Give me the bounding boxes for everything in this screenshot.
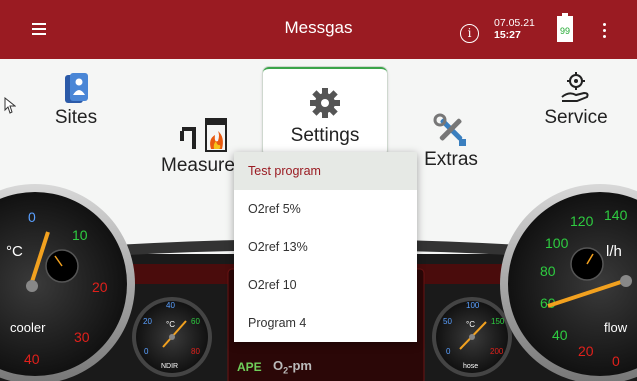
time-label: 15:27 bbox=[494, 29, 521, 41]
flow-label: flow bbox=[604, 320, 628, 335]
flow-tick-20: 20 bbox=[578, 343, 594, 359]
ndir-unit: °C bbox=[166, 320, 175, 329]
menu-item-test-program[interactable]: Test program bbox=[234, 152, 417, 190]
o2-suffix: -pm bbox=[288, 358, 312, 373]
hose-tick-50: 50 bbox=[443, 317, 452, 326]
ndir-tick-20: 20 bbox=[143, 317, 152, 326]
ndir-tick-0: 0 bbox=[144, 347, 149, 356]
page-title: Messgas bbox=[284, 18, 353, 37]
cooler-label: cooler bbox=[10, 320, 46, 335]
ndir-gauge: 40 20 60 80 0 °C NDIR bbox=[132, 297, 212, 377]
service-hand-gear-icon bbox=[561, 72, 589, 102]
tile-settings-label: Settings bbox=[290, 125, 360, 146]
menu-item-o2ref-13[interactable]: O2ref 13% bbox=[234, 228, 417, 266]
ndir-tick-40: 40 bbox=[166, 301, 175, 310]
menu-item-o2ref-10[interactable]: O2ref 10 bbox=[234, 266, 417, 304]
flow-tick-40: 40 bbox=[552, 327, 568, 343]
app-header: Messgas i 07.05.21 15:27 99 bbox=[0, 0, 637, 59]
measure-icon bbox=[180, 118, 227, 152]
cooler-tick-30: 30 bbox=[74, 329, 90, 345]
tile-settings[interactable]: Settings bbox=[263, 67, 387, 156]
o2-prefix: O bbox=[273, 358, 284, 373]
ndir-tick-60: 60 bbox=[191, 317, 200, 326]
tools-icon bbox=[433, 113, 466, 146]
tile-extras-label: Extras bbox=[424, 149, 478, 170]
more-vert-icon[interactable] bbox=[598, 20, 612, 42]
tile-service-label: Service bbox=[544, 107, 608, 128]
tile-measure-label: Measure bbox=[161, 155, 235, 176]
datetime: 07.05.21 15:27 bbox=[494, 17, 535, 41]
sites-icon bbox=[65, 73, 88, 103]
cooler-tick-20: 20 bbox=[92, 279, 108, 295]
flow-tick-0: 0 bbox=[612, 353, 620, 369]
tile-sites[interactable]: Sites bbox=[50, 71, 102, 129]
flow-tick-80: 80 bbox=[540, 263, 556, 279]
hose-tick-200: 200 bbox=[490, 347, 504, 356]
cooler-tick-40: 40 bbox=[24, 351, 40, 367]
flow-tick-140: 140 bbox=[604, 207, 628, 223]
tile-service[interactable]: Service bbox=[540, 71, 612, 129]
battery-level: 99 bbox=[560, 26, 570, 36]
hose-gauge: 100 50 150 200 0 °C hose bbox=[432, 297, 512, 377]
cooler-tick-10: 10 bbox=[72, 227, 88, 243]
flow-tick-120: 120 bbox=[570, 213, 594, 229]
o2-pm-label: O2-pm bbox=[273, 358, 312, 376]
hose-tick-100: 100 bbox=[466, 301, 480, 310]
menu-item-program-4[interactable]: Program 4 bbox=[234, 304, 417, 342]
hose-unit: °C bbox=[466, 320, 475, 329]
tile-measure[interactable]: Measure bbox=[158, 117, 238, 177]
ape-label: APE bbox=[237, 360, 262, 374]
cooler-tick-0: 0 bbox=[28, 209, 36, 225]
menu-item-o2ref-5[interactable]: O2ref 5% bbox=[234, 190, 417, 228]
info-icon[interactable]: i bbox=[460, 24, 479, 43]
date-label: 07.05.21 bbox=[494, 17, 535, 29]
flow-tick-100: 100 bbox=[545, 235, 569, 251]
mouse-cursor-icon bbox=[4, 97, 16, 114]
hamburger-menu-icon[interactable] bbox=[28, 18, 54, 40]
tile-sites-label: Sites bbox=[54, 107, 98, 128]
battery-icon: 99 bbox=[557, 13, 573, 42]
gear-icon bbox=[310, 88, 340, 118]
program-dropdown-menu: Test program O2ref 5% O2ref 13% O2ref 10… bbox=[234, 152, 417, 342]
ndir-label: NDIR bbox=[161, 363, 178, 370]
hose-tick-150: 150 bbox=[491, 317, 505, 326]
ndir-tick-80: 80 bbox=[191, 347, 200, 356]
flow-unit: l/h bbox=[606, 243, 622, 260]
cooler-unit: °C bbox=[6, 243, 23, 260]
tile-extras[interactable]: Extras bbox=[418, 113, 484, 171]
main-area: Sites Measure Settings Extras Service 0 … bbox=[0, 59, 637, 381]
hose-label: hose bbox=[463, 363, 478, 370]
hose-tick-0: 0 bbox=[446, 347, 451, 356]
